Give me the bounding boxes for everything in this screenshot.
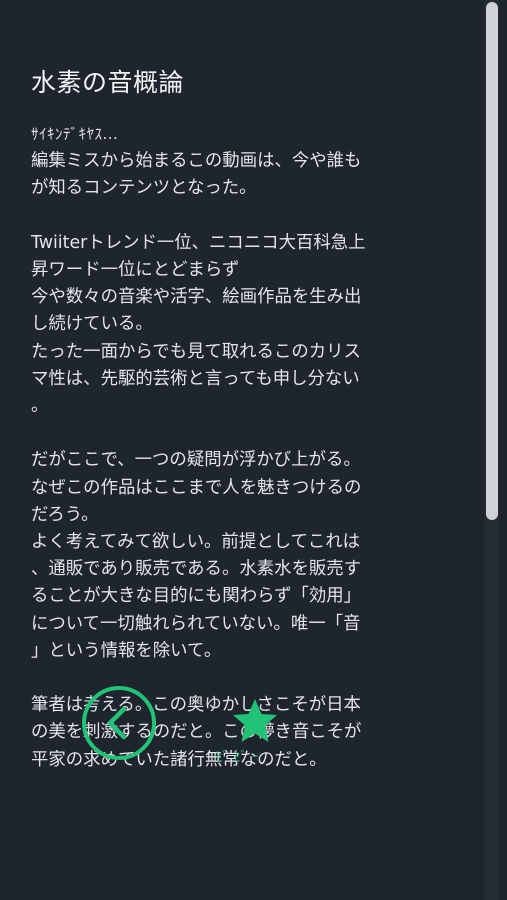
paragraph-1: 編集ミスから始まるこの動画は、今や誰も が知るコンテンツとなった。 bbox=[31, 148, 436, 202]
text-line: 昇ワード一位にとどまらず bbox=[31, 260, 240, 280]
text-line: よく考えてみて欲しい。前提としてこれは bbox=[31, 532, 361, 553]
star-icon bbox=[233, 699, 277, 742]
text-line: 。 bbox=[31, 396, 49, 417]
paragraph-3: だがここで、一つの疑問が浮かび上がる。 なぜこの作品はここまで人を魅きつけるの … bbox=[31, 447, 436, 665]
text-line: Twiiterトレンド一位、ニコニコ大百科急上 bbox=[31, 232, 366, 253]
text-line: 」という情報を除いて。 bbox=[31, 640, 222, 661]
text-line: たった一面からでも見て取れるこのカリス bbox=[31, 341, 361, 362]
text-line: ることが大きな目的にも関わらず「効用」 bbox=[31, 586, 362, 607]
text-line: 、通販であり販売である。水素水を販売す bbox=[31, 559, 362, 580]
text-line: し続けている。 bbox=[31, 314, 153, 335]
chevron-left-icon bbox=[107, 706, 127, 740]
scrollbar-thumb[interactable] bbox=[486, 2, 498, 520]
text-line: だろう。 bbox=[31, 504, 99, 525]
text-line: だがここで、一つの疑問が浮かび上がる。 bbox=[31, 450, 361, 471]
text-line: なぜこの作品はここまで人を魅きつけるの bbox=[31, 477, 362, 498]
article-body: ｻｲｷﾝﾃﾞｷﾔｽ... 編集ミスから始まるこの動画は、今や誰も が知るコンテン… bbox=[31, 121, 436, 774]
text-line: マ性は、先駆的芸術と言っても申し分ない bbox=[31, 368, 360, 389]
star-button[interactable] bbox=[232, 698, 278, 744]
text-line: が知るコンテンツとなった。 bbox=[31, 178, 257, 199]
text-line: について一切触れられていない。唯一「音 bbox=[31, 613, 361, 634]
back-button[interactable] bbox=[82, 686, 156, 760]
article-subtitle: ｻｲｷﾝﾃﾞｷﾔｽ... bbox=[31, 125, 119, 143]
star-label: ﾋﾞﾋﾞｰ bbox=[216, 750, 264, 765]
text-line: 今や数々の音楽や活字、絵画作品を生み出 bbox=[31, 287, 362, 308]
page-title: 水素の音概論 bbox=[31, 68, 185, 97]
text-line: 編集ミスから始まるこの動画は、今や誰も bbox=[31, 151, 362, 172]
paragraph-2: Twiiterトレンド一位、ニコニコ大百科急上 昇ワード一位にとどまらず 今や数… bbox=[31, 230, 436, 420]
